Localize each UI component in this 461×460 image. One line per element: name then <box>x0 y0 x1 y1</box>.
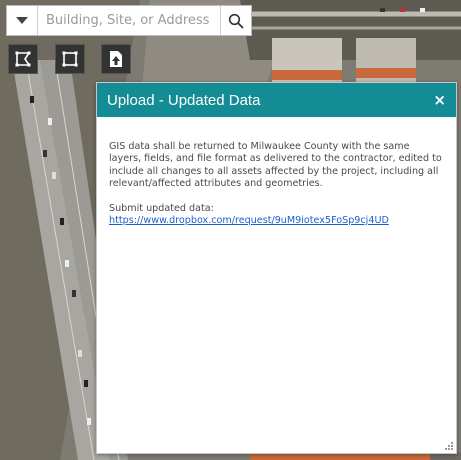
search-button[interactable] <box>220 6 251 35</box>
search-box <box>6 5 252 36</box>
submit-label: Submit updated data: <box>109 202 214 214</box>
magnifier-icon <box>228 13 244 29</box>
panel-header: Upload - Updated Data × <box>97 83 456 117</box>
caret-down-icon <box>16 16 28 24</box>
panel-body: GIS data shall be returned to Milwaukee … <box>97 117 456 227</box>
resize-handle-icon[interactable] <box>445 442 453 450</box>
rectangle-select-button[interactable] <box>55 44 85 74</box>
search-source-dropdown[interactable] <box>7 6 38 35</box>
polygon-select-icon <box>15 51 31 67</box>
panel-title: Upload - Updated Data <box>107 91 261 109</box>
panel-description: GIS data shall be returned to Milwaukee … <box>109 141 442 190</box>
close-icon[interactable]: × <box>433 92 446 108</box>
upload-data-button[interactable] <box>101 44 131 74</box>
dropbox-upload-link[interactable]: https://www.dropbox.com/request/9uM9iote… <box>109 215 389 226</box>
file-upload-icon <box>110 51 122 67</box>
polygon-select-button[interactable] <box>8 44 38 74</box>
search-input[interactable] <box>38 6 220 35</box>
upload-panel: Upload - Updated Data × GIS data shall b… <box>96 82 457 454</box>
map-app: Upload - Updated Data × GIS data shall b… <box>0 0 461 460</box>
rectangle-select-icon <box>62 51 78 67</box>
